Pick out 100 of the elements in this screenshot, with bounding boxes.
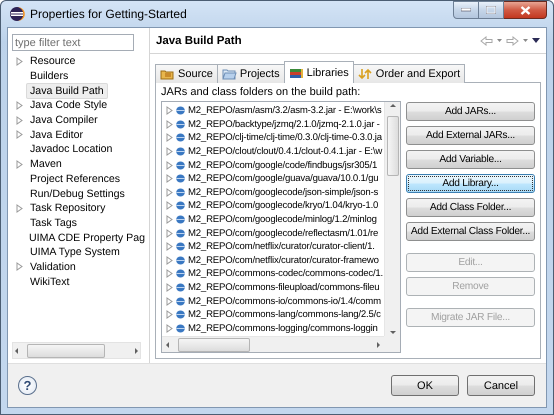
expand-arrow-icon[interactable] [166,324,173,333]
expand-arrow-icon[interactable] [166,106,173,116]
jar-icon [176,147,185,156]
tree-item[interactable]: WikiText [26,274,74,290]
expand-arrow-icon[interactable] [166,283,173,292]
window-title: Properties for Getting-Started [30,7,188,21]
tree-item[interactable]: Javadoc Location [26,141,116,158]
minimize-button[interactable] [453,1,479,19]
expand-arrow-icon[interactable] [166,228,173,238]
tab[interactable]: Source [155,64,218,83]
forward-arrow-icon[interactable] [506,36,519,46]
jar-icon [176,283,185,292]
action-button[interactable]: Add Variable... [406,150,535,169]
scrollbar-thumb[interactable] [178,338,250,352]
scroll-left-icon[interactable] [13,346,21,354]
library-entry[interactable]: M2_REPO/com/googlecode/minlog/1.2/minlog [188,214,377,226]
expand-arrow-icon[interactable] [166,188,173,197]
tree-item[interactable]: UIMA CDE Property Pag [25,230,149,246]
maximize-button[interactable] [479,1,504,19]
tree-item[interactable]: Resource [26,53,80,70]
back-arrow-icon[interactable] [480,36,493,46]
help-button[interactable]: ? [18,376,37,395]
scroll-right-icon[interactable] [374,340,382,348]
library-entry[interactable]: M2_REPO/com/googlecode/reflectasm/1.01/re [188,228,378,239]
expand-arrow-icon[interactable] [166,160,173,170]
library-entry[interactable]: M2_REPO/com/google/guava/guava/10.0.1/gu [188,173,378,184]
library-entry[interactable]: M2_REPO/asm/asm/3.2/asm-3.2.jar - E:\work\s [188,105,382,116]
filter-field[interactable]: type filter text [12,34,134,51]
expand-arrow-icon[interactable] [166,242,173,252]
jar-icon [176,228,185,238]
tab[interactable]: Order and Export [352,64,466,83]
library-entry[interactable]: M2_REPO/backtype/jzmq/2.1.0/jzmq-2.1.0.jar - [188,118,380,130]
expand-arrow-icon[interactable] [166,120,173,129]
library-entry[interactable]: M2_REPO/com/netflix/curator/curator-client/1. [188,241,375,252]
tree-item[interactable]: Run/Debug Settings [26,186,129,202]
library-entry[interactable]: M2_REPO/commons-lang/commons-lang/2.5/c [188,309,381,320]
scroll-up-icon[interactable] [388,102,396,110]
horizontal-scrollbar[interactable] [12,342,141,359]
library-entry[interactable]: M2_REPO/clj-time/clj-time/0.3.0/clj-time-0.3.0.ja [188,132,382,144]
jar-icon [176,120,185,129]
tree-item[interactable]: Task Tags [26,214,81,231]
tree-item[interactable]: Java Build Path [26,82,108,99]
library-entry[interactable]: M2_REPO/com/googlecode/json-simple/json-s [188,186,378,198]
scroll-left-icon[interactable] [164,340,172,348]
expand-arrow-icon[interactable] [16,204,22,213]
expand-arrow-icon[interactable] [166,256,173,265]
expand-arrow-icon[interactable] [166,310,173,320]
tree-item[interactable]: Project References [26,170,124,187]
tree-item[interactable]: Task Repository [26,200,110,216]
expand-arrow-icon[interactable] [166,215,173,224]
dialog-button[interactable]: Cancel [467,375,535,396]
expand-arrow-icon[interactable] [16,130,22,140]
tree-item[interactable]: Java Code Style [26,97,112,114]
library-entry[interactable]: M2_REPO/commons-fileupload/commons-fileu [188,282,380,294]
library-entry[interactable]: M2_REPO/clout/clout/0.4.1/clout-0.4.1.jar - E:\w [188,146,382,158]
expand-arrow-icon[interactable] [16,100,22,110]
expand-arrow-icon[interactable] [16,56,22,66]
expand-arrow-icon[interactable] [166,133,173,142]
action-button[interactable]: Add External Class Folder... [406,222,535,241]
action-button[interactable]: Add Class Folder... [406,198,535,217]
expand-arrow-icon[interactable] [16,160,22,169]
expand-arrow-icon[interactable] [166,201,173,210]
tree-item[interactable]: Builders [26,68,72,84]
jar-icon [176,133,185,142]
horizontal-scrollbar[interactable] [162,336,384,352]
scroll-right-icon[interactable] [132,346,140,354]
library-entry[interactable]: M2_REPO/com/netflix/curator/curator-framewo [188,254,379,266]
expand-arrow-icon[interactable] [166,147,173,156]
library-entry[interactable]: M2_REPO/commons-codec/commons-codec/1. [188,268,384,280]
tree-item[interactable]: Java Compiler [26,112,102,128]
jar-icon [176,269,185,278]
expand-arrow-icon[interactable] [166,174,173,184]
tree-item[interactable]: UIMA Type System [26,244,124,260]
dialog-button[interactable]: OK [391,375,459,396]
expand-arrow-icon[interactable] [16,262,22,272]
close-button[interactable] [504,1,547,19]
library-entry[interactable]: M2_REPO/com/google/code/findbugs/jsr305/1 [188,160,378,171]
expand-arrow-icon[interactable] [166,269,173,278]
dropdown-icon[interactable] [497,39,502,42]
dropdown-icon[interactable] [523,39,528,42]
library-entry[interactable]: M2_REPO/com/googlecode/kryo/1.04/kryo-1.0 [188,200,378,212]
action-button[interactable]: Add JARs... [406,102,535,121]
tab[interactable]: Projects [216,64,285,83]
vertical-scrollbar[interactable] [384,102,400,336]
action-button[interactable]: Add External JARs... [406,126,535,145]
tree-item[interactable]: Maven [26,156,66,172]
library-entry[interactable]: M2_REPO/commons-io/commons-io/1.4/comm [188,296,381,307]
expand-arrow-icon[interactable] [16,116,22,125]
expand-arrow-icon[interactable] [166,296,173,306]
library-entry[interactable]: M2_REPO/commons-logging/commons-loggin [188,322,378,334]
tab[interactable]: Libraries [284,61,354,83]
action-button[interactable]: Add Library... [406,174,535,193]
tree-item[interactable]: Java Editor [26,126,87,143]
jar-icon [176,215,185,224]
jar-icon [176,160,185,170]
page-title: Java Build Path [156,34,243,46]
tree-item[interactable]: Validation [26,258,80,275]
scrollbar-thumb[interactable] [27,344,106,358]
view-menu-icon[interactable] [532,38,540,43]
scrollbar-thumb[interactable] [386,116,398,176]
